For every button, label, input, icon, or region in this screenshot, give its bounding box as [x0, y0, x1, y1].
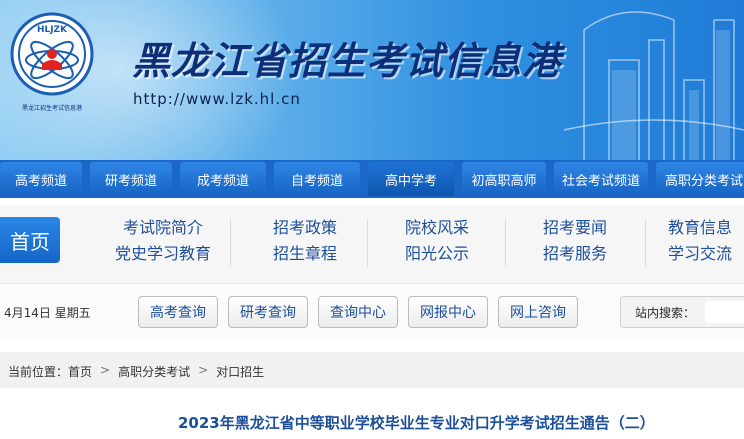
online-registration-button[interactable]: 网报中心	[408, 296, 488, 328]
current-date: 4月14日 星期五	[4, 306, 91, 320]
logo-text: HLJZK	[37, 25, 68, 35]
nav-item-chengkao[interactable]: 成考频道	[180, 162, 266, 196]
query-center-button[interactable]: 查询中心	[318, 296, 398, 328]
chevron-right-icon: >	[198, 363, 209, 377]
category-bar: 首页 考试院简介 党史学习教育 招考政策 招生章程 院校风采 阳光公示 招考要闻…	[0, 205, 744, 284]
link-yangguang-gongshi[interactable]: 阳光公示	[382, 241, 492, 267]
nav-item-zikao[interactable]: 自考频道	[274, 162, 360, 196]
link-xuexi-jiaoliu[interactable]: 学习交流	[668, 241, 744, 267]
gaokao-query-button[interactable]: 高考查询	[138, 296, 218, 328]
site-title: 黑龙江省招生考试信息港	[132, 38, 562, 83]
category-group-2: 招考政策 招生章程	[250, 215, 360, 267]
link-jiaoyu-xinxi[interactable]: 教育信息	[668, 215, 744, 241]
breadcrumb-home[interactable]: 首页	[68, 363, 92, 380]
link-zhaokao-fuwu[interactable]: 招考服务	[520, 241, 630, 267]
nav-item-gaozhong-xuekao[interactable]: 高中学考	[368, 162, 454, 196]
link-kaoshiyuan-jianjie[interactable]: 考试院简介	[108, 215, 218, 241]
breadcrumb-gaozhi-fenlei[interactable]: 高职分类考试	[118, 363, 190, 380]
nav-item-shehui-kaoshi[interactable]: 社会考试频道	[554, 162, 648, 196]
category-group-3: 院校风采 阳光公示	[382, 215, 492, 267]
link-zhaosheng-zhangcheng[interactable]: 招生章程	[250, 241, 360, 267]
header-banner: HLJZK 黑龙江招生考试信息港 黑龙江省招生考试信息港 http://www.…	[0, 0, 744, 160]
city-skyline-graphic	[564, 11, 744, 160]
site-url[interactable]: http://www.lzk.hl.cn	[133, 90, 301, 108]
home-button[interactable]: 首页	[0, 217, 60, 263]
site-logo[interactable]: HLJZK 黑龙江招生考试信息港	[10, 12, 94, 118]
link-dangshi-xuexi[interactable]: 党史学习教育	[108, 241, 218, 267]
main-nav: 高考频道 研考频道 成考频道 自考频道 高中学考 初高职高师 社会考试频道 高职…	[0, 160, 744, 198]
link-yuanxiao-fengcai[interactable]: 院校风采	[382, 215, 492, 241]
breadcrumb-bar: 当前位置： 首页 > 高职分类考试 > 对口招生	[0, 352, 744, 388]
query-toolbar: 4月14日 星期五 高考查询 研考查询 查询中心 网报中心 网上咨询 站内搜索：	[0, 284, 744, 340]
divider	[645, 219, 646, 267]
search-label: 站内搜索：	[635, 306, 696, 320]
yankao-query-button[interactable]: 研考查询	[228, 296, 308, 328]
link-zhaokao-yaowen[interactable]: 招考要闻	[520, 215, 630, 241]
divider	[230, 219, 231, 267]
chevron-right-icon: >	[100, 363, 111, 377]
category-group-1: 考试院简介 党史学习教育	[108, 215, 218, 267]
nav-item-yankao[interactable]: 研考频道	[90, 162, 172, 196]
breadcrumb-prefix: 当前位置：	[8, 365, 69, 379]
breadcrumb-duikou-zhaosheng[interactable]: 对口招生	[216, 363, 264, 380]
online-consult-button[interactable]: 网上咨询	[498, 296, 578, 328]
logo-caption: 黑龙江招生考试信息港	[22, 104, 82, 112]
divider	[367, 219, 368, 267]
article-title: 2023年黑龙江省中等职业学校毕业生专业对口升学考试招生通告（二）	[178, 414, 655, 432]
nav-item-chugao-zhigao[interactable]: 初高职高师	[462, 162, 546, 196]
category-group-5: 教育信息 学习交流	[668, 215, 744, 267]
site-search: 站内搜索：	[620, 296, 744, 328]
nav-item-gaozhi-fenlei[interactable]: 高职分类考试	[656, 162, 744, 196]
category-group-4: 招考要闻 招考服务	[520, 215, 630, 267]
link-zhaokao-zhengce[interactable]: 招考政策	[250, 215, 360, 241]
nav-item-gaokao[interactable]: 高考频道	[0, 162, 82, 196]
divider	[505, 219, 506, 267]
breadcrumb: 当前位置： 首页 > 高职分类考试 > 对口招生	[8, 363, 264, 380]
search-input[interactable]	[705, 301, 744, 323]
